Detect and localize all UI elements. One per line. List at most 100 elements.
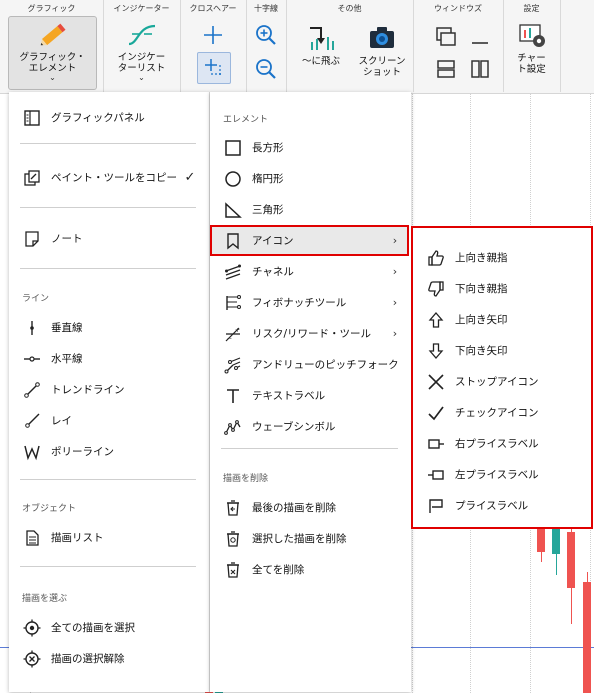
camera-icon [370,27,394,48]
menu-item-label: ペイント・ツールをコピー [51,172,177,184]
group-title-indicator: インジケーター [113,4,170,13]
candle [583,582,591,693]
section-title-element: エレメント [223,115,269,125]
menu-item-label: 下向き矢印 [455,345,508,357]
zoom-in-icon[interactable] [255,24,277,46]
menu-item-arrow-up[interactable]: 上向き矢印 [413,304,591,335]
group-other: その他 ～に飛ぶ スクリーン ショット [286,0,414,92]
menu-item-thumbs-down[interactable]: 下向き親指 [413,273,591,304]
menu-item-note[interactable]: ノート [9,223,209,254]
menu-item-rectangle[interactable]: 長方形 [210,132,411,163]
bookmark-icon [223,231,243,251]
chart-settings-button[interactable]: チャー ト設定 [505,22,558,75]
menu-item-label: 左プライスラベル [455,469,539,481]
menu-item-text-label[interactable]: テキストラベル [210,380,411,411]
crosshair-dotted-button[interactable] [197,52,231,84]
menu-item-label: 最後の描画を削除 [252,502,336,514]
menu-item-left-price-label[interactable]: 左プライスラベル [413,459,591,490]
menu-item-select-all[interactable]: 全ての描画を選択 [9,612,209,643]
menu-item-thumbs-up[interactable]: 上向き親指 [413,242,591,273]
group-crosshair: クロスヘアー [180,0,247,92]
new-window-icon[interactable] [435,26,457,48]
channel-icon [223,262,243,282]
chart-settings-gear-icon [518,24,545,47]
screenshot-button[interactable]: スクリーン ショット [354,22,410,78]
candle [537,526,545,552]
menu-item-wave-symbol[interactable]: ウェーブシンボル [210,411,411,442]
menu-item-risk-reward[interactable]: + − リスク/リワード・ツール › [210,318,411,349]
menu-item-delete-selected[interactable]: 選択した描画を削除 [210,523,411,554]
menu-item-arrow-down[interactable]: 下向き矢印 [413,335,591,366]
triangle-icon [223,200,243,220]
menu-item-label: 垂直線 [51,322,83,334]
screenshot-label-2: ショット [362,67,401,78]
crosshair-dotted-icon [205,59,223,77]
tile-horizontal-icon[interactable] [435,58,457,80]
menu-item-triangle[interactable]: 三角形 [210,194,411,225]
menu-item-label: トレンドライン [51,384,125,396]
section-title-delete: 描画を削除 [223,474,269,484]
menu-item-label: 描画リスト [51,532,104,544]
menu-separator [221,448,398,449]
menu-item-label: テキストラベル [252,390,326,402]
menu-item-ellipse[interactable]: 楕円形 [210,163,411,194]
pencil-icon [40,23,66,46]
menu-item-label: プライスラベル [455,500,529,512]
menu-separator [20,207,196,208]
menu-item-price-label[interactable]: プライスラベル [413,490,591,521]
jump-to-icon [310,27,334,50]
tile-vertical-icon[interactable] [469,58,491,80]
menu-item-label: ポリーライン [51,446,114,458]
group-title-other: その他 [337,4,362,13]
indicator-curve-icon [128,24,155,46]
indicator-list-label-1: インジケー [117,52,166,63]
menu-item-trend-line[interactable]: トレンドライン [9,374,209,405]
menu-item-label: レイ [51,415,72,427]
menu-item-check-icon[interactable]: チェックアイコン [413,397,591,428]
rectangle-icon [223,138,243,158]
menu-item-stop-icon[interactable]: ストップアイコン [413,366,591,397]
crosshair-icon[interactable] [202,24,224,46]
submenu-arrow-icon: › [392,327,398,340]
jump-to-button[interactable]: ～に飛ぶ [290,22,352,67]
menu-item-icon[interactable]: アイコン › [210,225,411,256]
menu-item-right-price-label[interactable]: 右プライスラベル [413,428,591,459]
group-title-crossline: 十字線 [254,4,278,13]
menu-item-channel[interactable]: チャネル › [210,256,411,287]
indicator-list-button[interactable]: インジケー ターリスト ⌄ [105,20,178,82]
menu-item-label: アンドリューのピッチフォーク [252,359,399,371]
menu-item-copy-paint-tool[interactable]: ペイント・ツールをコピー ✓ [9,162,209,193]
ray-icon [22,411,42,431]
menu-item-label: 上向き矢印 [455,314,508,326]
candle [567,532,575,588]
target-icon [22,618,42,638]
arrow-up-icon [426,310,446,330]
menu-item-drawing-list[interactable]: 描画リスト [9,522,209,553]
menu-item-label: 長方形 [252,142,284,154]
menu-item-ray[interactable]: レイ [9,405,209,436]
note-icon [22,229,42,249]
zoom-out-icon[interactable] [255,58,277,80]
menu-separator [20,268,196,269]
section-title-line: ライン [22,294,50,304]
trend-line-icon [22,380,42,400]
menu-item-horizontal-line[interactable]: 水平線 [9,343,209,374]
menu-item-andrews-pitchfork[interactable]: アンドリューのピッチフォーク [210,349,411,380]
minimize-window-icon[interactable] [469,26,491,48]
menu-item-graphic-panel[interactable]: グラフィックパネル [9,102,209,133]
menu-item-deselect[interactable]: 描画の選択解除 [9,643,209,674]
menu-item-delete-last[interactable]: 最後の描画を削除 [210,492,411,523]
chart-settings-label-1: チャー [517,53,546,64]
menu-item-label: チャネル [252,266,294,278]
panel-icon [22,108,42,128]
menu-item-delete-all[interactable]: 全てを削除 [210,554,411,585]
menu-item-polyline[interactable]: ポリーライン [9,436,209,467]
vertical-line-icon [22,318,42,338]
graphic-elements-menu: グラフィックパネル ペイント・ツールをコピー ✓ ノート ライン 垂直線 水平線… [9,92,210,692]
risk-reward-icon: + − [223,324,243,344]
menu-item-fibonacci[interactable]: フィボナッチツール › [210,287,411,318]
menu-item-vertical-line[interactable]: 垂直線 [9,312,209,343]
horizontal-line-icon [22,349,42,369]
graphic-elements-button-content[interactable]: グラフィック・ エレメント ⌄ [8,20,97,82]
checkmark-icon: ✓ [184,170,196,185]
